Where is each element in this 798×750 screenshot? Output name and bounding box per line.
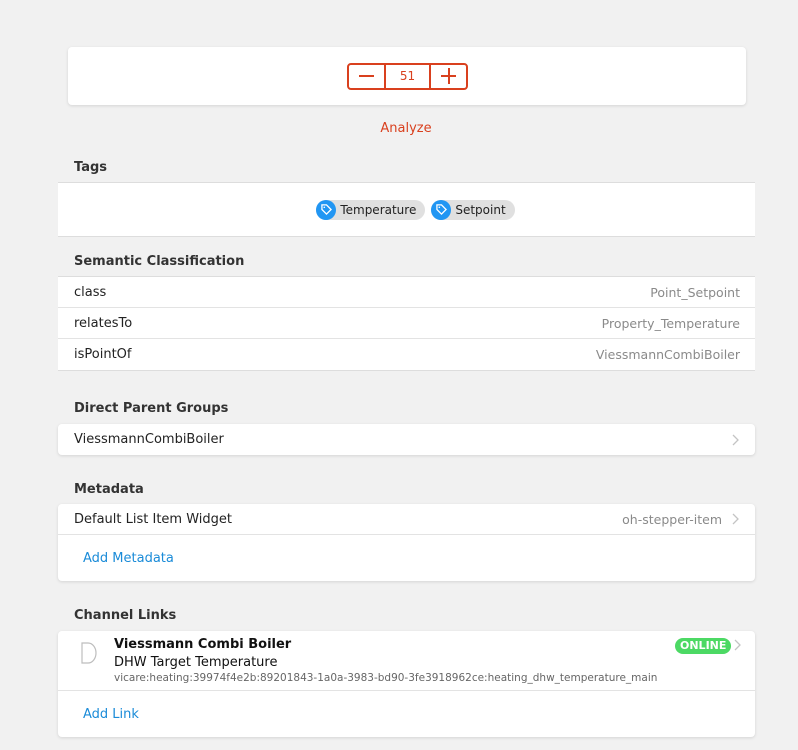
parent-groups-title: Direct Parent Groups	[74, 401, 229, 416]
channel-links-title: Channel Links	[74, 608, 177, 623]
add-metadata-row: Add Metadata	[58, 535, 755, 581]
tag-chip[interactable]: Setpoint	[431, 199, 515, 220]
chevron-right-icon	[732, 513, 739, 525]
tag-label: Setpoint	[455, 202, 506, 217]
decrement-button[interactable]	[349, 65, 386, 88]
semantic-key: relatesTo	[74, 315, 133, 331]
semantic-key: isPointOf	[74, 347, 132, 362]
semantic-value: Point_Setpoint	[650, 284, 740, 300]
thing-icon	[81, 642, 97, 664]
semantic-row: isPointOf ViessmannCombiBoiler	[58, 339, 755, 370]
channel-link-item[interactable]: Viessmann Combi Boiler DHW Target Temper…	[58, 631, 755, 691]
channel-link-uid: vicare:heating:39974f4e2b:89201843-1a0a-…	[114, 672, 658, 684]
tag-icon	[431, 199, 452, 220]
channel-link-thing: Viessmann Combi Boiler	[114, 637, 292, 652]
metadata-title: Metadata	[74, 482, 144, 497]
semantic-title: Semantic Classification	[74, 254, 245, 269]
metadata-item[interactable]: Default List Item Widget oh-stepper-item	[58, 504, 755, 535]
tag-list: Temperature Setpoint	[58, 183, 755, 236]
tag-chip[interactable]: Temperature	[316, 199, 426, 220]
add-metadata-link[interactable]: Add Metadata	[83, 551, 174, 566]
semantic-value: Property_Temperature	[601, 315, 740, 331]
chevron-right-icon	[732, 434, 739, 445]
stepper-card: 51	[68, 47, 746, 105]
semantic-list: class Point_Setpoint relatesTo Property_…	[58, 276, 755, 371]
metadata-value: oh-stepper-item	[622, 511, 722, 527]
parent-group-label: ViessmannCombiBoiler	[74, 432, 224, 447]
semantic-value: ViessmannCombiBoiler	[595, 347, 740, 362]
stepper-value[interactable]: 51	[386, 65, 429, 88]
metadata-key: Default List Item Widget	[74, 511, 232, 527]
tags-block: Temperature Setpoint	[58, 182, 755, 237]
add-link-link[interactable]: Add Link	[83, 707, 139, 722]
parent-group-item[interactable]: ViessmannCombiBoiler	[58, 424, 755, 455]
semantic-row: relatesTo Property_Temperature	[58, 308, 755, 339]
semantic-row: class Point_Setpoint	[58, 277, 755, 308]
status-badge: ONLINE	[675, 638, 732, 654]
channel-link-channel: DHW Target Temperature	[114, 655, 278, 670]
tags-title: Tags	[74, 160, 108, 175]
value-stepper: 51	[347, 63, 468, 90]
channel-links-list: Viessmann Combi Boiler DHW Target Temper…	[58, 631, 755, 737]
metadata-list: Default List Item Widget oh-stepper-item…	[58, 504, 755, 581]
semantic-key: class	[74, 284, 107, 300]
chevron-right-icon	[734, 639, 741, 651]
increment-button[interactable]	[429, 65, 466, 88]
minus-icon	[359, 75, 374, 77]
parent-groups-list: ViessmannCombiBoiler	[58, 424, 755, 455]
tag-label: Temperature	[340, 202, 417, 217]
add-link-row: Add Link	[58, 691, 755, 737]
analyze-link[interactable]: Analyze	[0, 121, 798, 136]
tag-icon	[316, 199, 337, 220]
